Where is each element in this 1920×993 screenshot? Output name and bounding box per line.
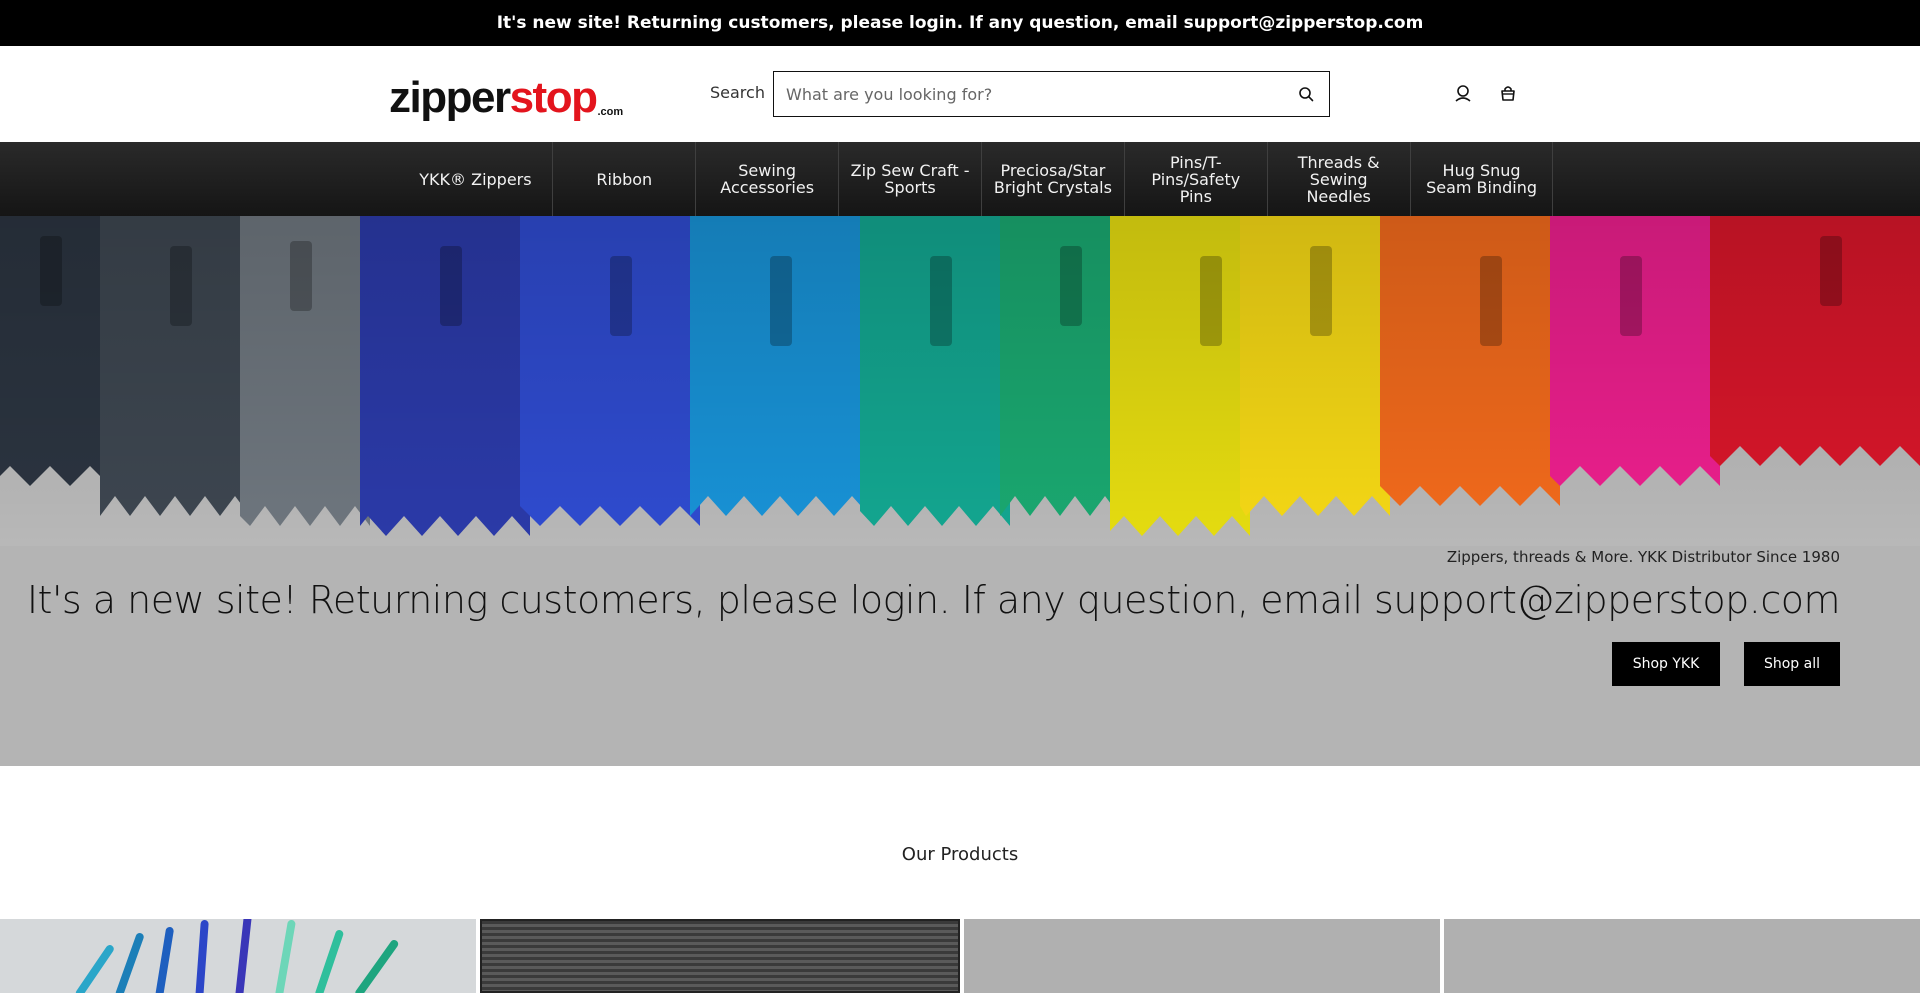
product-tile[interactable] bbox=[964, 919, 1440, 993]
product-grid bbox=[0, 919, 1920, 993]
products-heading: Our Products bbox=[901, 844, 1019, 865]
hero-zippers-image bbox=[0, 216, 1920, 546]
nav-hug-snug-binding[interactable]: Hug Snug Seam Binding bbox=[1411, 142, 1554, 216]
logo-wordmark: zipperstop bbox=[389, 73, 598, 122]
nav-preciosa-crystals[interactable]: Preciosa/Star Bright Crystals bbox=[982, 142, 1125, 216]
hero-banner: Zippers, threads & More. YKK Distributor… bbox=[0, 216, 1920, 766]
shop-all-button[interactable]: Shop all bbox=[1744, 642, 1840, 686]
nav-sewing-accessories[interactable]: Sewing Accessories bbox=[696, 142, 840, 216]
bag-icon[interactable] bbox=[1497, 82, 1519, 104]
nav-zip-sew-craft-sports[interactable]: Zip Sew Craft - Sports bbox=[839, 142, 982, 216]
nav-pins[interactable]: Pins/T-Pins/Safety Pins bbox=[1125, 142, 1268, 216]
product-tile[interactable] bbox=[1444, 919, 1920, 993]
shop-ykk-button[interactable]: Shop YKK bbox=[1612, 642, 1720, 686]
search-label: Search bbox=[710, 83, 765, 102]
product-tile[interactable] bbox=[480, 919, 960, 993]
product-tile[interactable] bbox=[0, 919, 476, 993]
announcement-text: It's new site! Returning customers, plea… bbox=[496, 13, 1424, 33]
search-icon[interactable] bbox=[1295, 83, 1317, 105]
hero-subtitle: Zippers, threads & More. YKK Distributor… bbox=[1446, 548, 1840, 566]
logo[interactable]: zipperstop .com bbox=[389, 68, 623, 122]
search-input[interactable] bbox=[786, 84, 1295, 104]
nav-threads-needles[interactable]: Threads & Sewing Needles bbox=[1268, 142, 1411, 216]
logo-suffix: .com bbox=[597, 106, 624, 118]
nav-ykk-zippers[interactable]: YKK® Zippers bbox=[367, 142, 554, 216]
search-box bbox=[773, 71, 1330, 117]
nav-ribbon[interactable]: Ribbon bbox=[553, 142, 697, 216]
site-header: zipperstop .com Search bbox=[0, 46, 1920, 142]
hero-title: It's a new site! Returning customers, pl… bbox=[26, 578, 1841, 622]
product-image bbox=[75, 919, 399, 993]
announcement-bar: It's new site! Returning customers, plea… bbox=[0, 0, 1920, 46]
user-icon[interactable] bbox=[1452, 82, 1474, 104]
main-nav: YKK® Zippers Ribbon Sewing Accessories Z… bbox=[0, 142, 1920, 216]
